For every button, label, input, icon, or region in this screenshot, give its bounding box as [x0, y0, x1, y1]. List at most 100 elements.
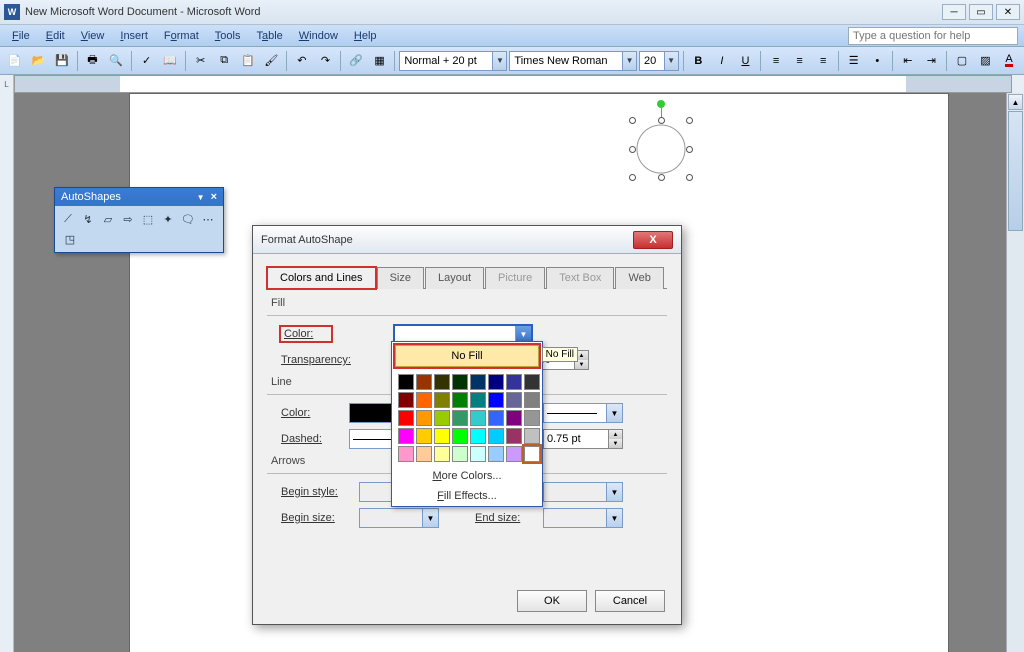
menu-tools[interactable]: Tools [207, 27, 249, 45]
color-swatch[interactable] [488, 392, 504, 408]
font-combo[interactable]: Times New Roman▼ [509, 51, 637, 71]
spin-up-icon[interactable]: ▲ [608, 430, 622, 439]
weight-spinner[interactable]: 0.75 pt ▲▼ [543, 429, 623, 449]
autoshapes-titlebar[interactable]: AutoShapes ▼ × [55, 188, 223, 206]
dialog-titlebar[interactable]: Format AutoShape X [253, 226, 681, 254]
selected-oval-shape[interactable] [632, 120, 690, 178]
increase-indent-icon[interactable]: ⇥ [921, 50, 943, 72]
menu-view[interactable]: View [73, 27, 113, 45]
color-swatch[interactable] [434, 410, 450, 426]
color-swatch[interactable] [416, 428, 432, 444]
rotation-handle[interactable] [657, 100, 665, 108]
underline-icon[interactable]: U [735, 50, 757, 72]
color-swatch[interactable] [506, 410, 522, 426]
resize-handle-nw[interactable] [629, 117, 636, 124]
open-icon[interactable]: 📂 [28, 50, 50, 72]
cancel-button[interactable]: Cancel [595, 590, 665, 612]
scroll-thumb[interactable] [1008, 111, 1023, 231]
resize-handle-n[interactable] [658, 117, 665, 124]
color-swatch[interactable] [398, 392, 414, 408]
close-button[interactable]: ✕ [996, 4, 1020, 20]
resize-handle-w[interactable] [629, 146, 636, 153]
color-swatch[interactable] [416, 410, 432, 426]
color-swatch[interactable] [488, 374, 504, 390]
font-color-icon[interactable]: A [998, 50, 1020, 72]
color-swatch[interactable] [524, 446, 540, 462]
menu-format[interactable]: Format [156, 27, 207, 45]
style-combo[interactable]: Normal + 20 pt▼ [399, 51, 507, 71]
ask-question-input[interactable] [848, 27, 1018, 45]
color-swatch[interactable] [524, 410, 540, 426]
color-swatch[interactable] [398, 410, 414, 426]
fontsize-combo[interactable]: 20▼ [639, 51, 679, 71]
autoshapes-extra-icon[interactable]: ◳ [59, 230, 81, 248]
fill-effects-link[interactable]: Fill Effects... [392, 486, 542, 506]
color-swatch[interactable] [416, 392, 432, 408]
resize-handle-e[interactable] [686, 146, 693, 153]
color-swatch[interactable] [416, 446, 432, 462]
scroll-up-icon[interactable]: ▲ [1008, 94, 1023, 110]
color-swatch[interactable] [434, 392, 450, 408]
copy-icon[interactable]: ⧉ [213, 50, 235, 72]
bullets-icon[interactable]: • [867, 50, 889, 72]
tab-web[interactable]: Web [615, 267, 663, 289]
borders-icon[interactable]: ▢ [951, 50, 973, 72]
save-icon[interactable]: 💾 [51, 50, 73, 72]
print-icon[interactable]: 🖶 [82, 50, 104, 72]
research-icon[interactable]: 📖 [159, 50, 181, 72]
more-colors-link[interactable]: More Colors... [392, 466, 542, 486]
menu-edit[interactable]: Edit [38, 27, 73, 45]
connectors-menu-icon[interactable]: ↯ [79, 210, 97, 228]
color-swatch[interactable] [434, 428, 450, 444]
undo-icon[interactable]: ↶ [291, 50, 313, 72]
ruler-h[interactable] [14, 75, 1012, 93]
hyperlink-icon[interactable]: 🔗 [345, 50, 367, 72]
vertical-scrollbar[interactable]: ▲ [1006, 93, 1024, 652]
no-fill-option[interactable]: No Fill [395, 345, 539, 367]
resize-handle-sw[interactable] [629, 174, 636, 181]
ok-button[interactable]: OK [517, 590, 587, 612]
color-swatch[interactable] [524, 428, 540, 444]
resize-handle-se[interactable] [686, 174, 693, 181]
color-swatch[interactable] [470, 446, 486, 462]
color-swatch[interactable] [398, 374, 414, 390]
color-swatch[interactable] [470, 374, 486, 390]
decrease-indent-icon[interactable]: ⇤ [897, 50, 919, 72]
line-style-combo[interactable]: ▼ [543, 403, 623, 423]
color-swatch[interactable] [452, 428, 468, 444]
menu-file[interactable]: File [4, 27, 38, 45]
bold-icon[interactable]: B [688, 50, 710, 72]
callouts-menu-icon[interactable]: 🗨 [179, 210, 197, 228]
color-swatch[interactable] [452, 392, 468, 408]
resize-handle-ne[interactable] [686, 117, 693, 124]
stars-menu-icon[interactable]: ✦ [159, 210, 177, 228]
dialog-close-button[interactable]: X [633, 231, 673, 249]
color-swatch[interactable] [506, 392, 522, 408]
color-swatch[interactable] [452, 446, 468, 462]
menu-help[interactable]: Help [346, 27, 385, 45]
tables-borders-icon[interactable]: ▦ [369, 50, 391, 72]
color-swatch[interactable] [506, 428, 522, 444]
color-swatch[interactable] [488, 410, 504, 426]
cut-icon[interactable]: ✂ [190, 50, 212, 72]
color-swatch[interactable] [488, 446, 504, 462]
format-painter-icon[interactable]: 🖌 [261, 50, 283, 72]
lines-menu-icon[interactable]: ⟋ [59, 210, 77, 228]
color-swatch[interactable] [452, 374, 468, 390]
ruler-vertical[interactable] [0, 93, 14, 652]
highlight-icon[interactable]: ▨ [975, 50, 997, 72]
color-swatch[interactable] [524, 374, 540, 390]
color-swatch[interactable] [470, 410, 486, 426]
block-arrows-menu-icon[interactable]: ⇨ [119, 210, 137, 228]
align-right-icon[interactable]: ≡ [812, 50, 834, 72]
redo-icon[interactable]: ↷ [315, 50, 337, 72]
tab-layout[interactable]: Layout [425, 267, 484, 289]
color-swatch[interactable] [488, 428, 504, 444]
color-swatch[interactable] [434, 446, 450, 462]
numbering-icon[interactable]: ☰ [843, 50, 865, 72]
autoshapes-close-icon[interactable]: × [211, 191, 217, 203]
maximize-button[interactable]: ▭ [969, 4, 993, 20]
tab-colors-and-lines[interactable]: Colors and Lines [267, 267, 376, 289]
align-left-icon[interactable]: ≡ [765, 50, 787, 72]
align-center-icon[interactable]: ≡ [789, 50, 811, 72]
